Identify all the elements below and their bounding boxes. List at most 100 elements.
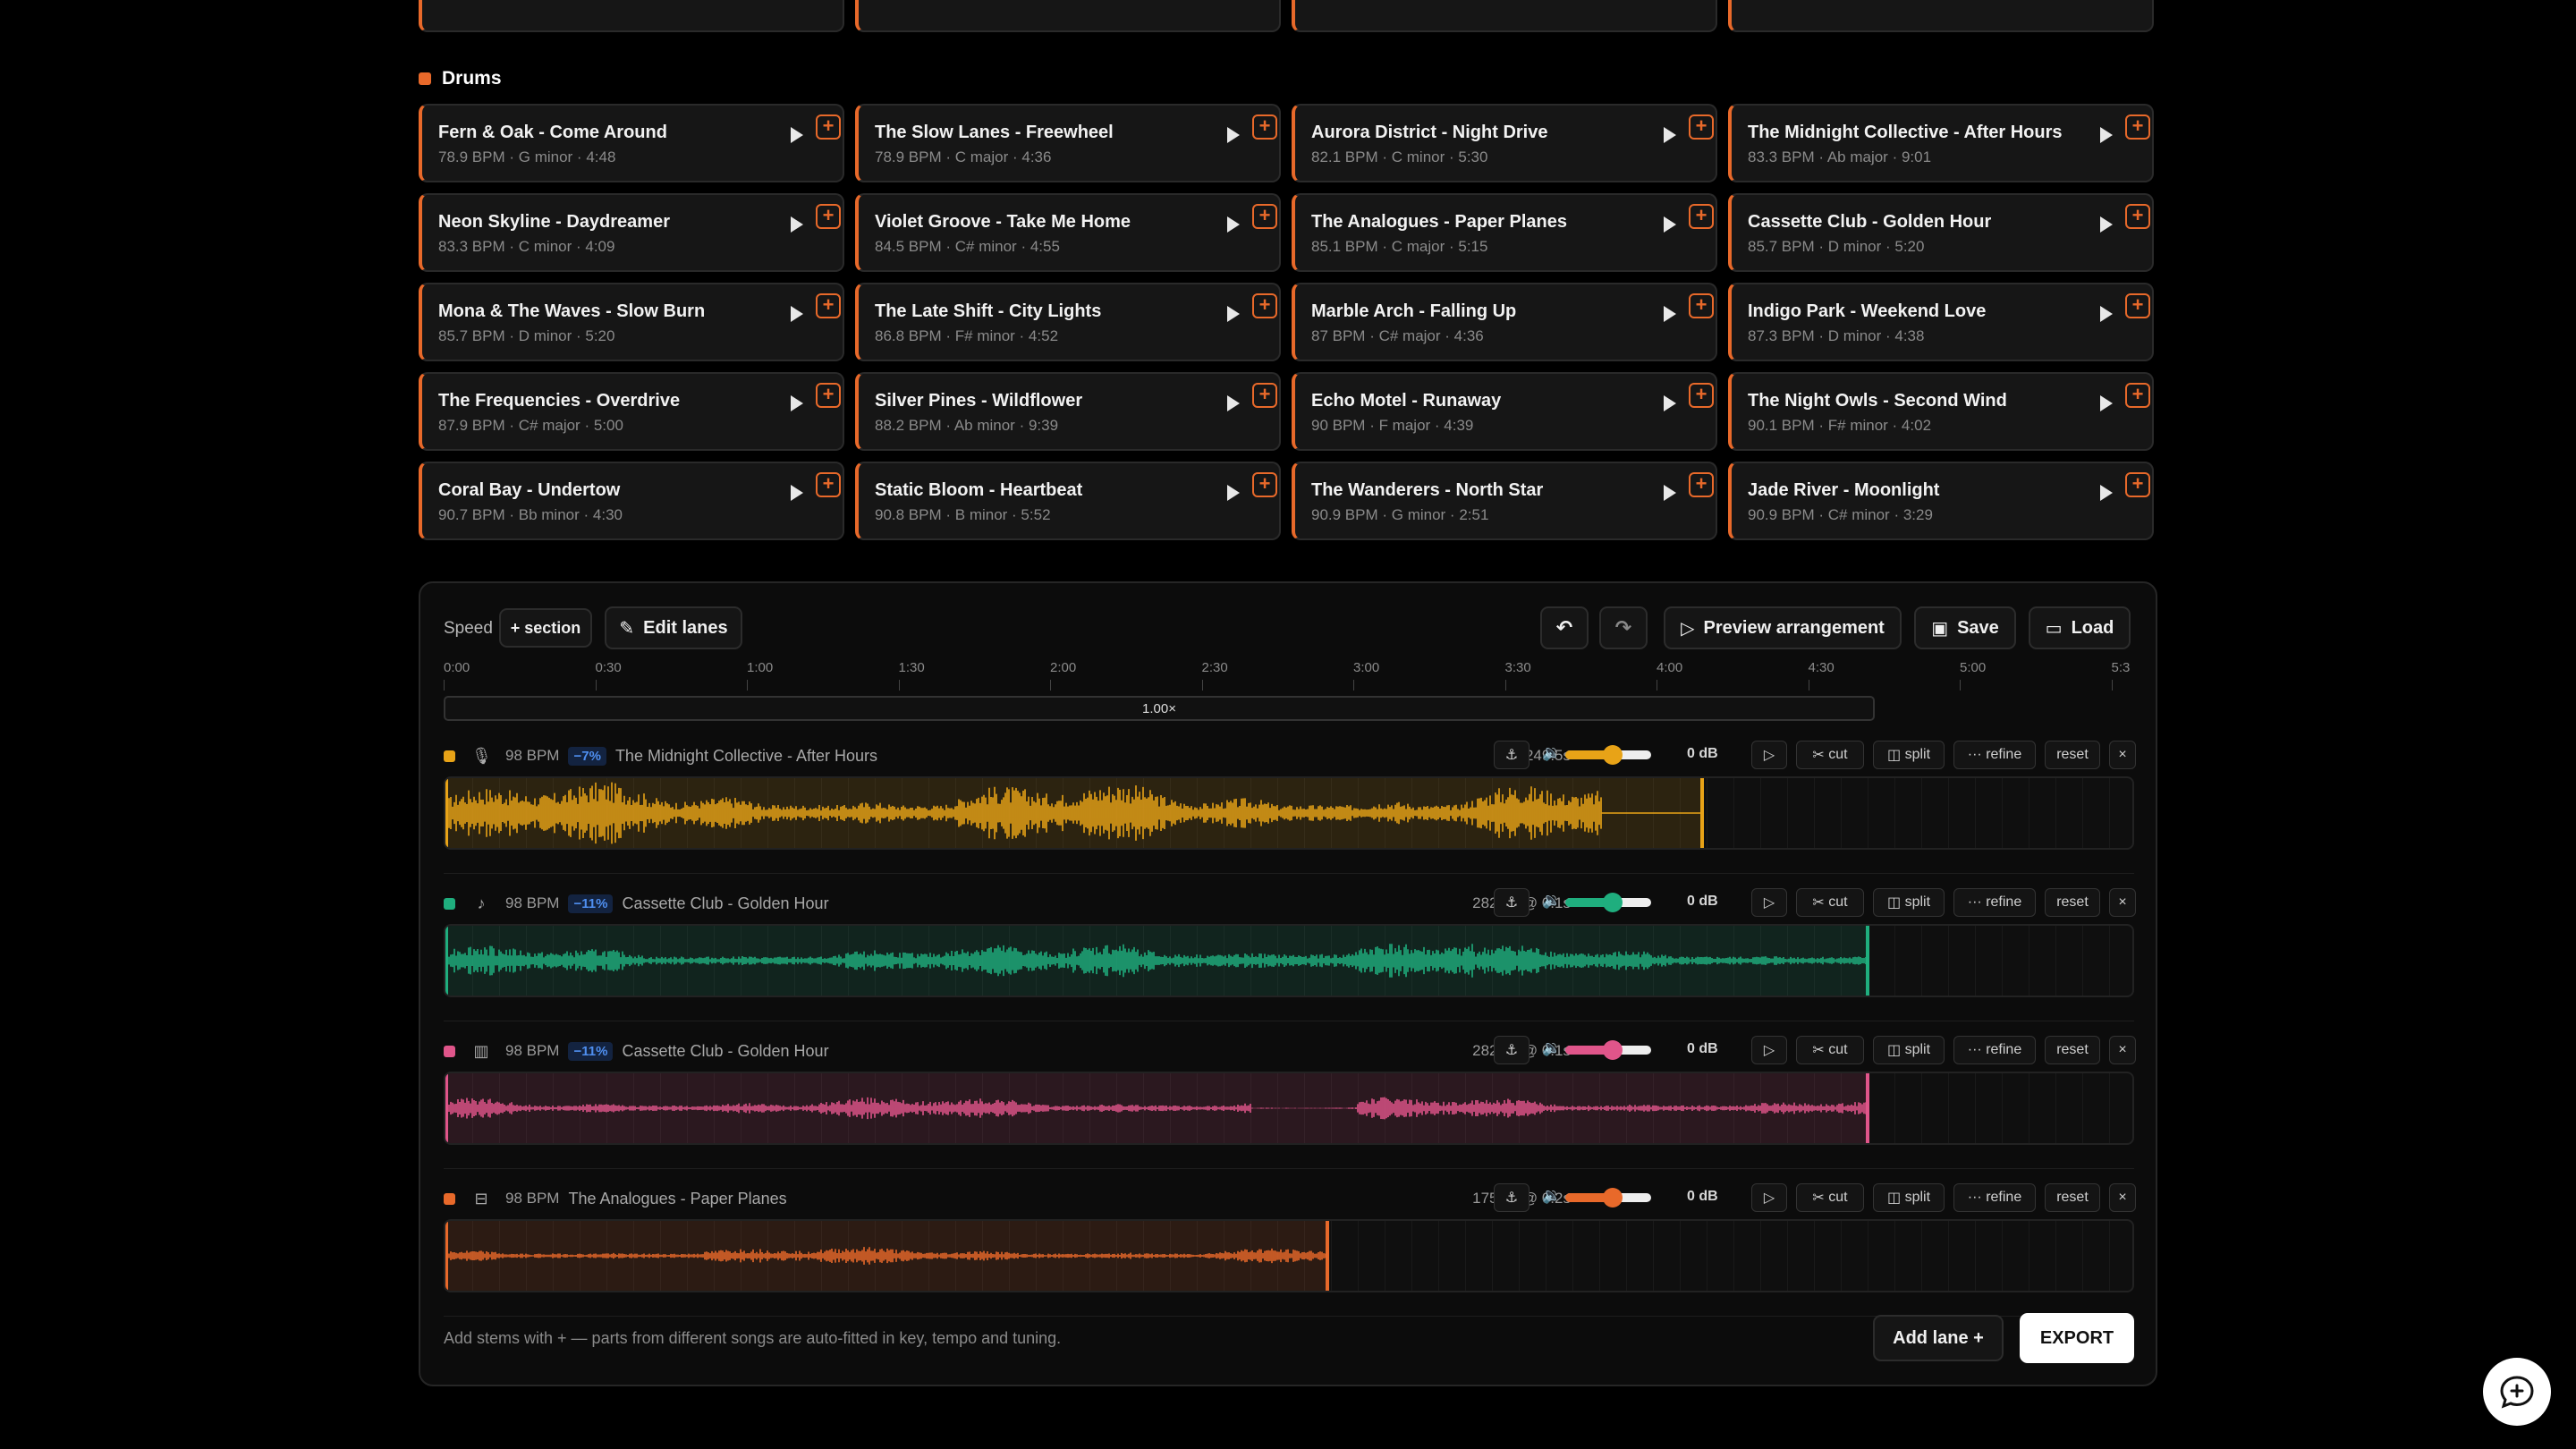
lane-play-button[interactable]: ▷	[1751, 741, 1787, 769]
play-icon[interactable]	[791, 127, 803, 143]
track-card[interactable]: 90.1 BPM · F# minor · 4:02	[1292, 0, 1717, 32]
add-stem-button[interactable]: +	[1252, 293, 1277, 318]
play-icon[interactable]	[2100, 395, 2113, 411]
play-icon[interactable]	[1664, 395, 1676, 411]
save-button[interactable]: ▣ Save	[1914, 606, 2016, 649]
play-icon[interactable]	[791, 216, 803, 233]
volume-slider[interactable]	[1565, 893, 1651, 912]
undo-button[interactable]: ↶	[1540, 606, 1589, 649]
track-card[interactable]: Cassette Club - Golden Hour 85.7 BPM · D…	[1728, 193, 2154, 272]
reset-button[interactable]: reset	[2045, 1036, 2100, 1064]
export-button[interactable]: EXPORT	[2020, 1313, 2134, 1363]
track-card[interactable]: Fern & Oak - Come Around 78.9 BPM · G mi…	[419, 104, 844, 182]
preview-arrangement-button[interactable]: ▷ Preview arrangement	[1664, 606, 1902, 649]
play-icon[interactable]	[1227, 485, 1240, 501]
add-stem-button[interactable]: +	[1689, 293, 1714, 318]
remove-lane-button[interactable]: ×	[2109, 888, 2136, 917]
clip-end-handle[interactable]	[1865, 926, 1869, 996]
anchor-button[interactable]: ⚓	[1494, 1183, 1530, 1212]
play-icon[interactable]	[791, 306, 803, 322]
refine-button[interactable]: ··· refine	[1953, 1183, 2036, 1212]
cut-button[interactable]: ✂ cut	[1796, 1036, 1864, 1064]
track-card[interactable]: Neon Skyline - Daydreamer 83.3 BPM · C m…	[419, 193, 844, 272]
clip-start-handle[interactable]	[445, 1073, 448, 1143]
remove-lane-button[interactable]: ×	[2109, 1036, 2136, 1064]
add-lane-button[interactable]: Add lane +	[1873, 1315, 2004, 1361]
remove-lane-button[interactable]: ×	[2109, 741, 2136, 769]
add-stem-button[interactable]: +	[1252, 383, 1277, 408]
clip-start-handle[interactable]	[445, 926, 448, 996]
refine-button[interactable]: ··· refine	[1953, 1036, 2036, 1064]
add-stem-button[interactable]: +	[2125, 114, 2150, 140]
add-stem-button[interactable]: +	[816, 472, 841, 497]
track-card[interactable]: Marble Arch - Falling Up 87 BPM · C# maj…	[1292, 283, 1717, 361]
anchor-button[interactable]: ⚓	[1494, 741, 1530, 769]
add-stem-button[interactable]: +	[2125, 383, 2150, 408]
waveform-track[interactable]	[444, 924, 2134, 997]
volume-knob[interactable]	[1602, 1188, 1623, 1208]
remove-lane-button[interactable]: ×	[2109, 1183, 2136, 1212]
waveform-track[interactable]	[444, 1072, 2134, 1145]
track-card[interactable]: Echo Motel - Runaway 90 BPM · F major · …	[1292, 372, 1717, 451]
play-icon[interactable]	[1664, 306, 1676, 322]
add-stem-button[interactable]: +	[2125, 204, 2150, 229]
track-card[interactable]: The Midnight Collective - After Hours 83…	[1728, 104, 2154, 182]
clip-start-handle[interactable]	[445, 1221, 448, 1291]
track-card[interactable]: The Analogues - Paper Planes 85.1 BPM · …	[1292, 193, 1717, 272]
edit-lanes-button[interactable]: ✎ Edit lanes	[605, 606, 742, 649]
clip-end-handle[interactable]	[1865, 1073, 1869, 1143]
reset-button[interactable]: reset	[2045, 888, 2100, 917]
add-stem-button[interactable]: +	[1252, 204, 1277, 229]
add-stem-button[interactable]: +	[2125, 472, 2150, 497]
volume-slider[interactable]	[1565, 1188, 1651, 1208]
clip-start-handle[interactable]	[445, 778, 448, 848]
volume-slider[interactable]	[1565, 1040, 1651, 1060]
play-icon[interactable]	[2100, 127, 2113, 143]
cut-button[interactable]: ✂ cut	[1796, 888, 1864, 917]
cut-button[interactable]: ✂ cut	[1796, 1183, 1864, 1212]
play-icon[interactable]	[1227, 306, 1240, 322]
track-card[interactable]: Aurora District - Night Drive 82.1 BPM ·…	[1292, 104, 1717, 182]
play-icon[interactable]	[1664, 127, 1676, 143]
play-icon[interactable]	[1664, 485, 1676, 501]
lane-play-button[interactable]: ▷	[1751, 1036, 1787, 1064]
add-stem-button[interactable]: +	[1252, 114, 1277, 140]
add-stem-button[interactable]: +	[816, 114, 841, 140]
track-card[interactable]: Violet Groove - Take Me Home 84.5 BPM · …	[855, 193, 1281, 272]
play-icon[interactable]	[1227, 395, 1240, 411]
add-section-button[interactable]: + section	[499, 608, 592, 648]
track-card[interactable]: Static Bloom - Heartbeat 90.8 BPM · B mi…	[855, 462, 1281, 540]
play-icon[interactable]	[2100, 216, 2113, 233]
add-stem-button[interactable]: +	[1252, 472, 1277, 497]
track-card[interactable]: The Wanderers - North Star 90.9 BPM · G …	[1292, 462, 1717, 540]
track-card[interactable]: The Night Owls - Second Wind 90.1 BPM · …	[1728, 372, 2154, 451]
play-icon[interactable]	[1664, 216, 1676, 233]
track-card[interactable]: Coral Bay - Undertow 90.7 BPM · Bb minor…	[419, 462, 844, 540]
add-stem-button[interactable]: +	[1689, 472, 1714, 497]
anchor-button[interactable]: ⚓	[1494, 1036, 1530, 1064]
lane-play-button[interactable]: ▷	[1751, 1183, 1787, 1212]
speed-track[interactable]: 1.00×	[444, 696, 1875, 721]
add-stem-button[interactable]: +	[816, 204, 841, 229]
add-stem-button[interactable]: +	[1689, 114, 1714, 140]
track-card[interactable]: The Late Shift - City Lights 86.8 BPM · …	[855, 283, 1281, 361]
add-stem-button[interactable]: +	[2125, 293, 2150, 318]
add-stem-button[interactable]: +	[1689, 204, 1714, 229]
waveform-track[interactable]	[444, 776, 2134, 850]
waveform-track[interactable]	[444, 1219, 2134, 1292]
volume-slider[interactable]	[1565, 745, 1651, 765]
track-card[interactable]: The Frequencies - Overdrive 87.9 BPM · C…	[419, 372, 844, 451]
volume-knob[interactable]	[1602, 745, 1623, 765]
play-icon[interactable]	[791, 395, 803, 411]
timeline-ruler[interactable]: 0:00 0:30 1:00 1:30 2:00 2:30 3:00 3:30 4:00 4:30…	[444, 660, 2134, 696]
add-stem-button[interactable]: +	[1689, 383, 1714, 408]
play-icon[interactable]	[2100, 485, 2113, 501]
refine-button[interactable]: ··· refine	[1953, 741, 2036, 769]
split-button[interactable]: ◫ split	[1873, 888, 1945, 917]
clip-end-handle[interactable]	[1326, 1221, 1330, 1291]
track-card[interactable]: Jade River - Moonlight 90.9 BPM · C# min…	[1728, 462, 2154, 540]
split-button[interactable]: ◫ split	[1873, 741, 1945, 769]
split-button[interactable]: ◫ split	[1873, 1036, 1945, 1064]
track-card[interactable]: Indigo Park - Weekend Love 87.3 BPM · D …	[1728, 283, 2154, 361]
play-icon[interactable]	[791, 485, 803, 501]
